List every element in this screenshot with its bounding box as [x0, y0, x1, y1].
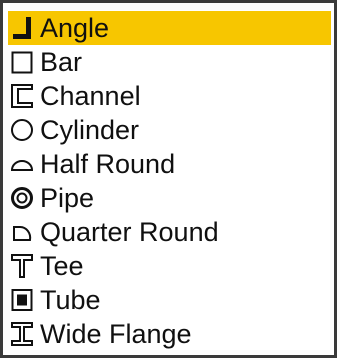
list-item-angle[interactable]: Angle: [8, 11, 331, 45]
list-item-label: Tee: [40, 251, 84, 281]
pipe-shape-icon: [9, 184, 35, 212]
list-item-quarter-round[interactable]: Quarter Round: [8, 215, 331, 249]
list-item-label: Channel: [40, 81, 141, 111]
list-item-channel[interactable]: Channel: [8, 79, 331, 113]
list-item-label: Tube: [40, 285, 101, 315]
wide-flange-shape-icon: [9, 320, 35, 348]
list-item-label: Angle: [40, 13, 110, 43]
list-item-pipe[interactable]: Pipe: [8, 181, 331, 215]
list-item-wide-flange[interactable]: Wide Flange: [8, 317, 331, 351]
list-item-tee[interactable]: Tee: [8, 249, 331, 283]
bar-shape-icon: [9, 48, 35, 76]
list-item-bar[interactable]: Bar: [8, 45, 331, 79]
tee-shape-icon: [9, 252, 35, 280]
list-item-tube[interactable]: Tube: [8, 283, 331, 317]
angle-shape-icon: [9, 14, 35, 42]
shape-list: Angle Bar Channel Cylinder Half Round Pi…: [8, 11, 331, 351]
list-item-label: Wide Flange: [40, 319, 192, 349]
list-item-label: Pipe: [40, 183, 95, 213]
list-item-label: Cylinder: [40, 115, 140, 145]
list-item-label: Half Round: [40, 149, 176, 179]
list-item-label: Quarter Round: [40, 217, 219, 247]
channel-shape-icon: [9, 82, 35, 110]
shape-listbox[interactable]: Angle Bar Channel Cylinder Half Round Pi…: [0, 0, 337, 358]
list-item-label: Bar: [40, 47, 83, 77]
half-round-shape-icon: [9, 150, 35, 178]
cylinder-shape-icon: [9, 116, 35, 144]
list-item-cylinder[interactable]: Cylinder: [8, 113, 331, 147]
list-item-half-round[interactable]: Half Round: [8, 147, 331, 181]
quarter-round-shape-icon: [9, 218, 35, 246]
tube-shape-icon: [9, 286, 35, 314]
